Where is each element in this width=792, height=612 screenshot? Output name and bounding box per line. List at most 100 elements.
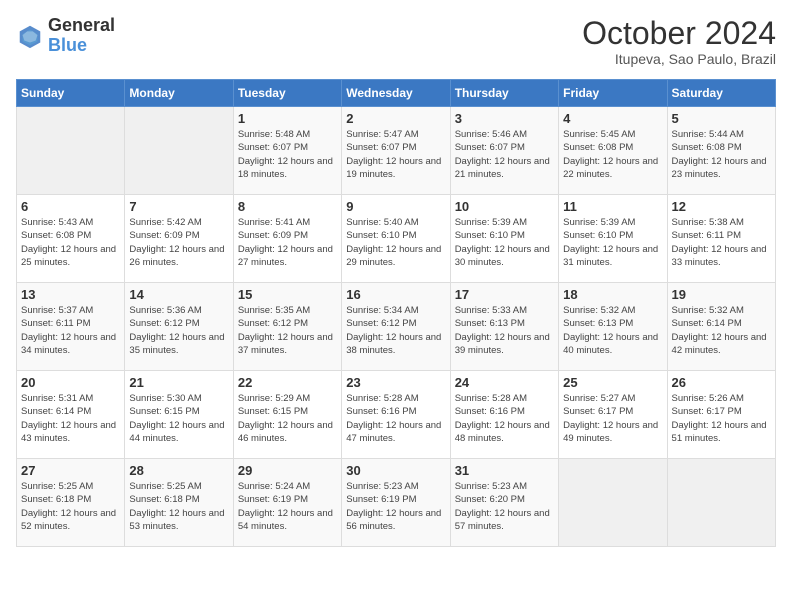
day-number: 5	[672, 111, 771, 126]
day-number: 12	[672, 199, 771, 214]
day-info: Sunrise: 5:47 AM Sunset: 6:07 PM Dayligh…	[346, 128, 445, 181]
day-info: Sunrise: 5:26 AM Sunset: 6:17 PM Dayligh…	[672, 392, 771, 445]
calendar-cell: 12 Sunrise: 5:38 AM Sunset: 6:11 PM Dayli…	[667, 195, 775, 283]
calendar-cell: 2 Sunrise: 5:47 AM Sunset: 6:07 PM Daylig…	[342, 107, 450, 195]
calendar-cell: 17 Sunrise: 5:33 AM Sunset: 6:13 PM Dayli…	[450, 283, 558, 371]
day-number: 25	[563, 375, 662, 390]
day-number: 8	[238, 199, 337, 214]
header: General Blue October 2024 Itupeva, Sao P…	[16, 16, 776, 67]
day-info: Sunrise: 5:40 AM Sunset: 6:10 PM Dayligh…	[346, 216, 445, 269]
calendar-cell: 30 Sunrise: 5:23 AM Sunset: 6:19 PM Dayli…	[342, 459, 450, 547]
calendar-cell	[559, 459, 667, 547]
header-row: SundayMondayTuesdayWednesdayThursdayFrid…	[17, 80, 776, 107]
day-info: Sunrise: 5:44 AM Sunset: 6:08 PM Dayligh…	[672, 128, 771, 181]
title-area: October 2024 Itupeva, Sao Paulo, Brazil	[582, 16, 776, 67]
day-number: 28	[129, 463, 228, 478]
month-title: October 2024	[582, 16, 776, 51]
calendar-cell	[667, 459, 775, 547]
day-number: 16	[346, 287, 445, 302]
calendar-cell: 27 Sunrise: 5:25 AM Sunset: 6:18 PM Dayli…	[17, 459, 125, 547]
day-info: Sunrise: 5:24 AM Sunset: 6:19 PM Dayligh…	[238, 480, 337, 533]
calendar-cell: 25 Sunrise: 5:27 AM Sunset: 6:17 PM Dayli…	[559, 371, 667, 459]
day-info: Sunrise: 5:32 AM Sunset: 6:14 PM Dayligh…	[672, 304, 771, 357]
calendar-cell: 21 Sunrise: 5:30 AM Sunset: 6:15 PM Dayli…	[125, 371, 233, 459]
day-number: 7	[129, 199, 228, 214]
calendar-cell: 15 Sunrise: 5:35 AM Sunset: 6:12 PM Dayli…	[233, 283, 341, 371]
day-info: Sunrise: 5:23 AM Sunset: 6:20 PM Dayligh…	[455, 480, 554, 533]
day-number: 6	[21, 199, 120, 214]
day-info: Sunrise: 5:25 AM Sunset: 6:18 PM Dayligh…	[129, 480, 228, 533]
day-number: 1	[238, 111, 337, 126]
week-row-1: 1 Sunrise: 5:48 AM Sunset: 6:07 PM Daylig…	[17, 107, 776, 195]
day-info: Sunrise: 5:30 AM Sunset: 6:15 PM Dayligh…	[129, 392, 228, 445]
calendar-cell: 31Sunrise: 5:23 AM Sunset: 6:20 PM Dayli…	[450, 459, 558, 547]
day-number: 13	[21, 287, 120, 302]
calendar-cell	[17, 107, 125, 195]
header-day-saturday: Saturday	[667, 80, 775, 107]
day-info: Sunrise: 5:28 AM Sunset: 6:16 PM Dayligh…	[455, 392, 554, 445]
week-row-5: 27 Sunrise: 5:25 AM Sunset: 6:18 PM Dayli…	[17, 459, 776, 547]
header-day-sunday: Sunday	[17, 80, 125, 107]
week-row-2: 6Sunrise: 5:43 AM Sunset: 6:08 PM Daylig…	[17, 195, 776, 283]
calendar-cell: 29Sunrise: 5:24 AM Sunset: 6:19 PM Dayli…	[233, 459, 341, 547]
calendar-cell: 24 Sunrise: 5:28 AM Sunset: 6:16 PM Dayli…	[450, 371, 558, 459]
day-number: 2	[346, 111, 445, 126]
day-info: Sunrise: 5:45 AM Sunset: 6:08 PM Dayligh…	[563, 128, 662, 181]
calendar-cell: 7Sunrise: 5:42 AM Sunset: 6:09 PM Daylig…	[125, 195, 233, 283]
calendar-cell: 14 Sunrise: 5:36 AM Sunset: 6:12 PM Dayli…	[125, 283, 233, 371]
day-number: 24	[455, 375, 554, 390]
day-number: 22	[238, 375, 337, 390]
day-info: Sunrise: 5:34 AM Sunset: 6:12 PM Dayligh…	[346, 304, 445, 357]
day-number: 20	[21, 375, 120, 390]
day-info: Sunrise: 5:29 AM Sunset: 6:15 PM Dayligh…	[238, 392, 337, 445]
header-day-wednesday: Wednesday	[342, 80, 450, 107]
calendar-cell: 18Sunrise: 5:32 AM Sunset: 6:13 PM Dayli…	[559, 283, 667, 371]
day-number: 4	[563, 111, 662, 126]
calendar-cell: 19 Sunrise: 5:32 AM Sunset: 6:14 PM Dayli…	[667, 283, 775, 371]
day-info: Sunrise: 5:36 AM Sunset: 6:12 PM Dayligh…	[129, 304, 228, 357]
day-info: Sunrise: 5:48 AM Sunset: 6:07 PM Dayligh…	[238, 128, 337, 181]
week-row-4: 20 Sunrise: 5:31 AM Sunset: 6:14 PM Dayli…	[17, 371, 776, 459]
day-info: Sunrise: 5:23 AM Sunset: 6:19 PM Dayligh…	[346, 480, 445, 533]
day-number: 30	[346, 463, 445, 478]
logo-general: General	[48, 15, 115, 35]
calendar-table: SundayMondayTuesdayWednesdayThursdayFrid…	[16, 79, 776, 547]
day-info: Sunrise: 5:39 AM Sunset: 6:10 PM Dayligh…	[455, 216, 554, 269]
header-day-thursday: Thursday	[450, 80, 558, 107]
calendar-cell: 8Sunrise: 5:41 AM Sunset: 6:09 PM Daylig…	[233, 195, 341, 283]
calendar-cell: 28 Sunrise: 5:25 AM Sunset: 6:18 PM Dayli…	[125, 459, 233, 547]
day-info: Sunrise: 5:33 AM Sunset: 6:13 PM Dayligh…	[455, 304, 554, 357]
day-number: 19	[672, 287, 771, 302]
calendar-cell: 9 Sunrise: 5:40 AM Sunset: 6:10 PM Daylig…	[342, 195, 450, 283]
header-day-friday: Friday	[559, 80, 667, 107]
day-number: 3	[455, 111, 554, 126]
calendar-cell	[125, 107, 233, 195]
day-number: 17	[455, 287, 554, 302]
day-info: Sunrise: 5:31 AM Sunset: 6:14 PM Dayligh…	[21, 392, 120, 445]
day-info: Sunrise: 5:32 AM Sunset: 6:13 PM Dayligh…	[563, 304, 662, 357]
day-info: Sunrise: 5:27 AM Sunset: 6:17 PM Dayligh…	[563, 392, 662, 445]
logo-icon	[16, 22, 44, 50]
calendar-cell: 26Sunrise: 5:26 AM Sunset: 6:17 PM Dayli…	[667, 371, 775, 459]
day-number: 10	[455, 199, 554, 214]
logo-blue: Blue	[48, 35, 87, 55]
calendar-cell: 4 Sunrise: 5:45 AM Sunset: 6:08 PM Daylig…	[559, 107, 667, 195]
day-info: Sunrise: 5:38 AM Sunset: 6:11 PM Dayligh…	[672, 216, 771, 269]
calendar-cell: 6Sunrise: 5:43 AM Sunset: 6:08 PM Daylig…	[17, 195, 125, 283]
day-number: 21	[129, 375, 228, 390]
calendar-cell: 11Sunrise: 5:39 AM Sunset: 6:10 PM Dayli…	[559, 195, 667, 283]
day-number: 27	[21, 463, 120, 478]
day-info: Sunrise: 5:35 AM Sunset: 6:12 PM Dayligh…	[238, 304, 337, 357]
calendar-cell: 22 Sunrise: 5:29 AM Sunset: 6:15 PM Dayli…	[233, 371, 341, 459]
day-info: Sunrise: 5:37 AM Sunset: 6:11 PM Dayligh…	[21, 304, 120, 357]
day-number: 14	[129, 287, 228, 302]
day-info: Sunrise: 5:25 AM Sunset: 6:18 PM Dayligh…	[21, 480, 120, 533]
day-number: 15	[238, 287, 337, 302]
calendar-cell: 16 Sunrise: 5:34 AM Sunset: 6:12 PM Dayli…	[342, 283, 450, 371]
day-number: 9	[346, 199, 445, 214]
header-day-monday: Monday	[125, 80, 233, 107]
location-subtitle: Itupeva, Sao Paulo, Brazil	[582, 51, 776, 67]
calendar-cell: 5 Sunrise: 5:44 AM Sunset: 6:08 PM Daylig…	[667, 107, 775, 195]
logo: General Blue	[16, 16, 115, 56]
day-number: 23	[346, 375, 445, 390]
